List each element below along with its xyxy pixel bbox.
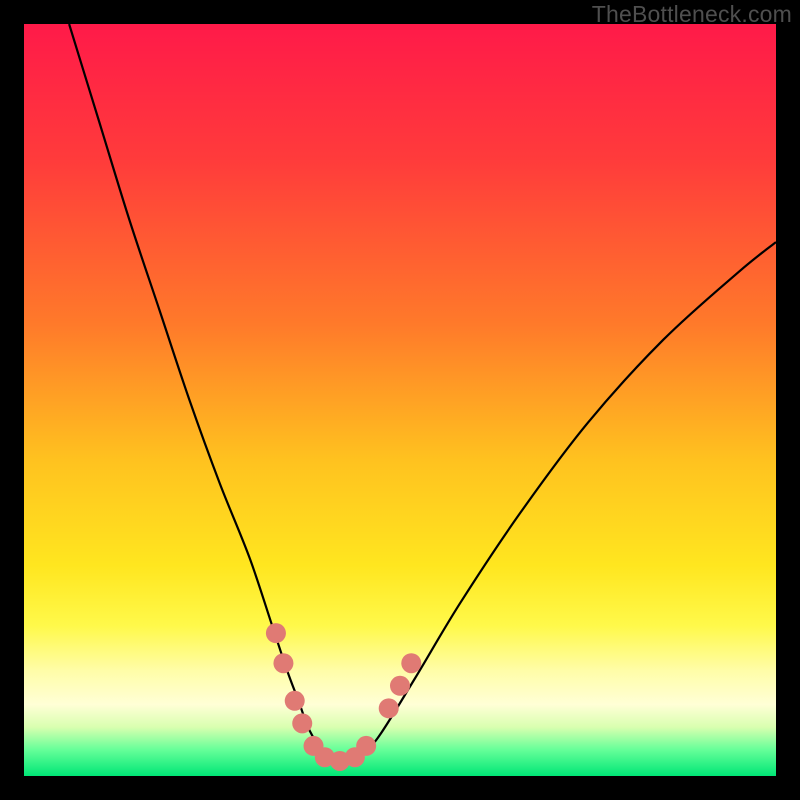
highlight-dot [285,691,305,711]
highlight-dot [292,713,312,733]
chart-frame [24,24,776,776]
highlight-dot [390,676,410,696]
highlight-dot [379,698,399,718]
highlight-dot [273,653,293,673]
bottleneck-chart [24,24,776,776]
highlight-dot [401,653,421,673]
gradient-background [24,24,776,776]
highlight-dot [356,736,376,756]
highlight-dot [266,623,286,643]
